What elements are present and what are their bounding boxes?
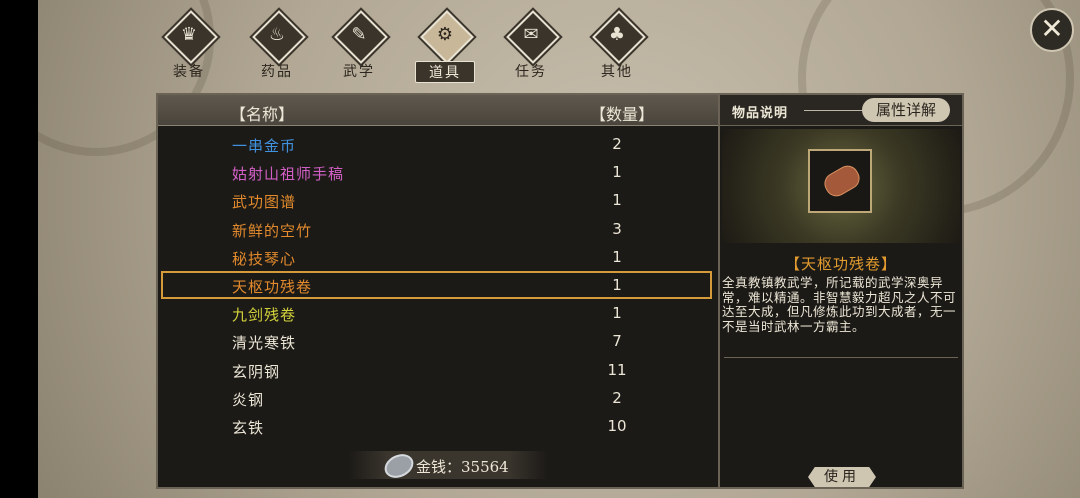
description-divider: [724, 357, 958, 358]
item-quantity: 1: [612, 304, 622, 323]
item-icon-frame: [808, 149, 872, 213]
other-icon: ♣: [608, 24, 626, 45]
list-item[interactable]: 炎钢 2: [158, 384, 718, 412]
item-name: 玄铁: [232, 419, 265, 437]
tab-label: 装备: [173, 64, 205, 80]
item-quantity: 1: [612, 163, 622, 182]
item-name: 九剑残卷: [232, 306, 297, 325]
item-quantity: 1: [612, 276, 622, 294]
list-item[interactable]: 秘技琴心 1: [158, 243, 718, 271]
list-item[interactable]: 清光寒铁 7: [158, 327, 718, 355]
list-item[interactable]: 玄阴钢 11: [158, 356, 718, 384]
coin-icon: [380, 449, 418, 483]
money-label: 金钱：35564: [416, 458, 509, 476]
inventory-screen: ♛ 装备 ♨ 药品 ✎ 武学 ⚙ 道具 ✉ 任务 ♣ 其他 ✕ 【名称】 【数量】 一串金币 2 姑射山祖…: [38, 0, 1080, 498]
detail-header: 物品说明 属性详解: [720, 95, 962, 126]
scroll-icon: [820, 161, 864, 201]
item-quantity: 11: [607, 360, 627, 379]
item-name: 天枢功残卷: [232, 278, 313, 296]
tab-0[interactable]: ♛ 装备: [153, 10, 225, 84]
item-description: 全真教镇教武学，所记载的武学深奥异常，难以精通。非智慧毅力超凡之人不可达至大成，…: [722, 275, 957, 334]
tab-label: 任务: [515, 64, 547, 80]
item-icon: ⚙: [436, 24, 454, 45]
tab-label: 药品: [261, 64, 293, 80]
item-list-panel: 【名称】 【数量】 一串金币 2 姑射山祖师手稿 1 武功图谱 1 新鲜的空竹 3 秘技琴心 1 天…: [156, 93, 720, 489]
scroll-book-icon: ✎: [351, 24, 367, 45]
attribute-detail-button[interactable]: 属性详解: [862, 98, 950, 122]
tab-3[interactable]: ⚙ 道具: [409, 10, 481, 84]
list-item[interactable]: 玄铁 10: [158, 412, 718, 440]
header-name: 【名称】: [230, 105, 295, 124]
list-item[interactable]: 新鲜的空竹 3: [158, 215, 718, 243]
list-item[interactable]: 九剑残卷 1: [158, 299, 718, 327]
list-item[interactable]: 天枢功残卷 1: [161, 271, 712, 299]
item-name: 秘技琴心: [232, 249, 297, 268]
tab-label: 武学: [343, 64, 375, 80]
item-quantity: 10: [607, 417, 627, 435]
item-name: 新鲜的空竹: [232, 221, 313, 240]
detail-title: 物品说明: [732, 106, 789, 121]
selected-item-title: 【天枢功残卷】: [784, 255, 897, 273]
tab-4[interactable]: ✉ 任务: [495, 10, 567, 84]
close-button[interactable]: ✕: [1030, 8, 1074, 52]
item-quantity: 1: [612, 191, 622, 210]
item-quantity: 7: [612, 332, 622, 351]
list-item[interactable]: 一串金币 2: [158, 130, 718, 158]
tab-label: 其他: [601, 64, 633, 80]
item-name: 炎钢: [232, 390, 265, 409]
item-name: 玄阴钢: [232, 362, 281, 381]
tab-1[interactable]: ♨ 药品: [241, 10, 313, 84]
tab-5[interactable]: ♣ 其他: [581, 10, 653, 84]
tab-2[interactable]: ✎ 武学: [323, 10, 395, 84]
item-name: 一串金币: [232, 137, 297, 155]
item-detail-panel: 物品说明 属性详解 【天枢功残卷】 全真教镇教武学，所记载的武学深奥异常，难以精…: [718, 93, 964, 489]
use-button[interactable]: 使用: [808, 467, 876, 487]
item-quantity: 3: [612, 219, 622, 238]
armor-icon: ♛: [180, 24, 198, 45]
header-quantity: 【数量】: [590, 105, 655, 124]
item-artwork: [722, 129, 960, 243]
item-quantity: 2: [612, 388, 622, 407]
list-item[interactable]: 武功图谱 1: [158, 186, 718, 214]
tab-label: 道具: [415, 61, 475, 83]
quest-icon: ✉: [523, 24, 539, 45]
item-name: 清光寒铁: [232, 334, 297, 353]
potion-icon: ♨: [268, 24, 286, 45]
item-quantity: 1: [612, 247, 622, 266]
item-name: 武功图谱: [232, 193, 297, 212]
money-display: 金钱：35564: [348, 449, 548, 483]
list-header: 【名称】 【数量】: [158, 95, 718, 126]
item-name: 姑射山祖师手稿: [232, 165, 345, 184]
list-item[interactable]: 姑射山祖师手稿 1: [158, 158, 718, 186]
detail-divider: [804, 110, 864, 111]
item-quantity: 2: [612, 135, 622, 153]
